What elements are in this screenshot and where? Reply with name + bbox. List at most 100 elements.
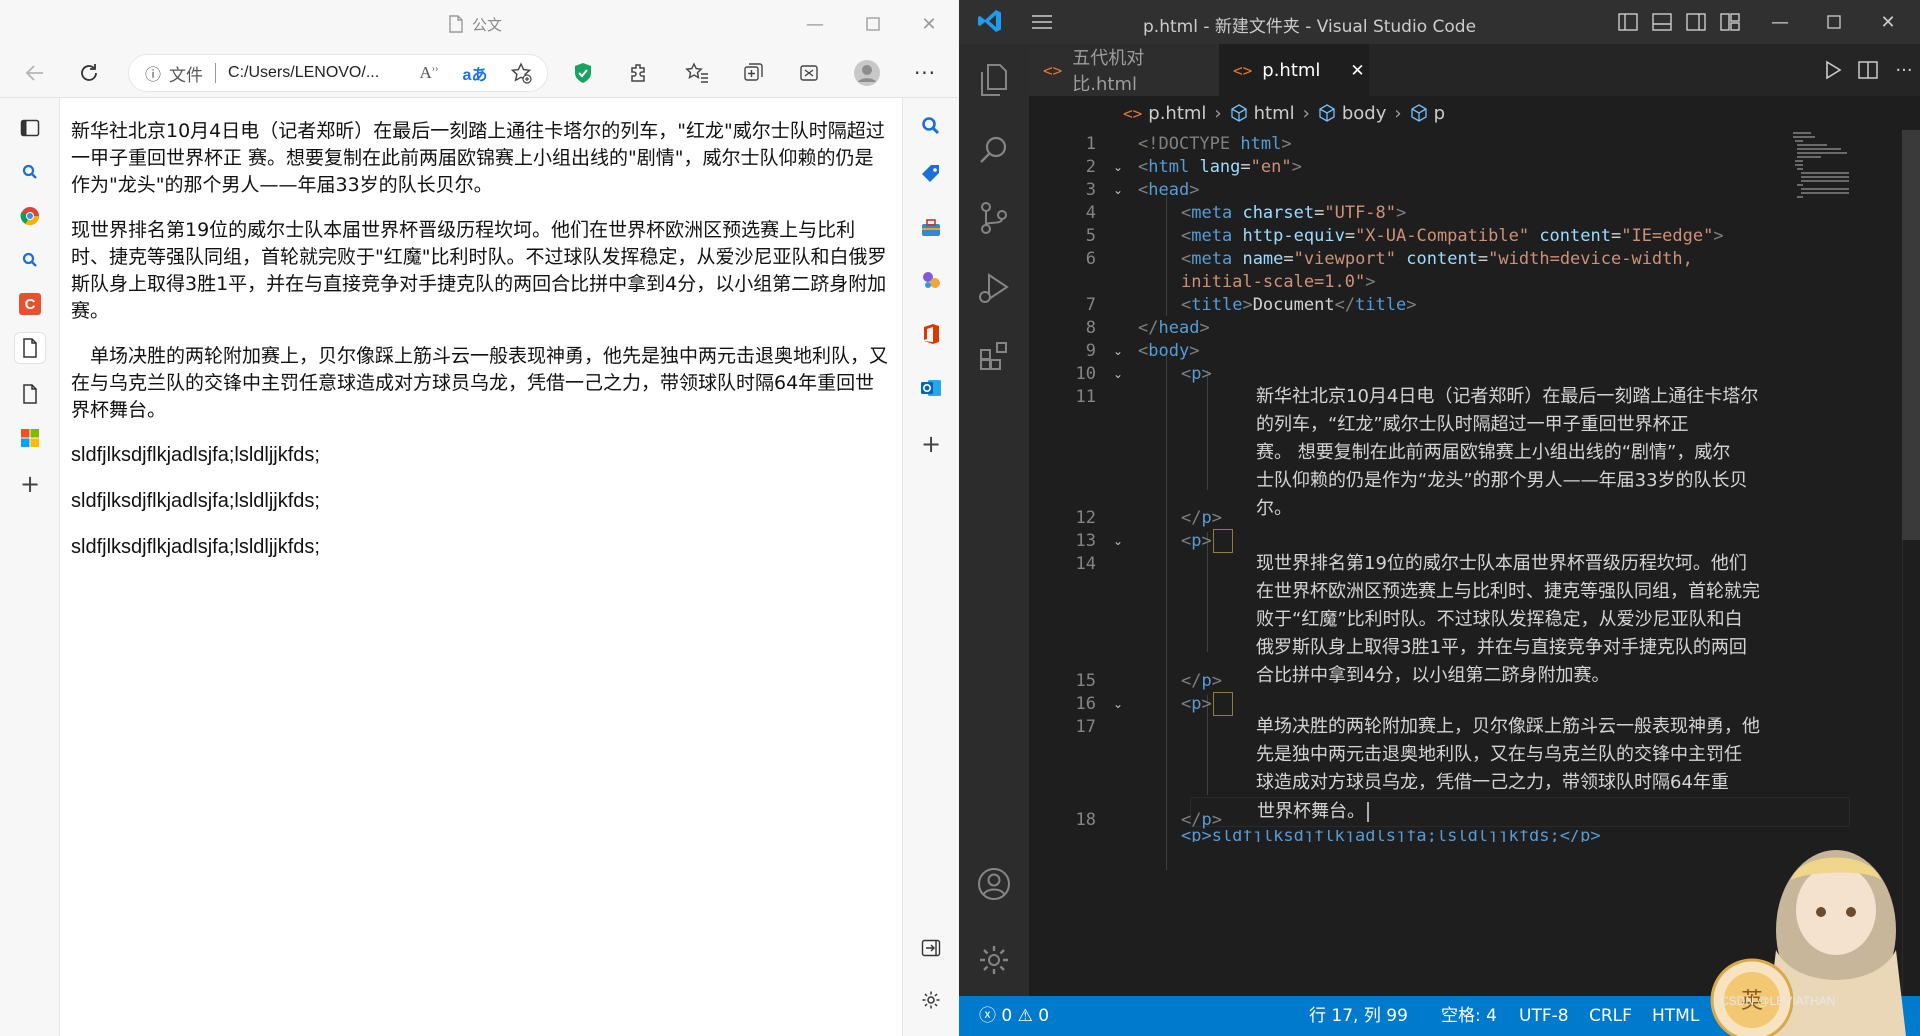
- tab-actions-icon[interactable]: [14, 112, 46, 144]
- document-tab-icon[interactable]: [14, 378, 46, 410]
- code-text: 俄罗斯队身上取得3胜1平，并在与直接竞争对手捷克队的两回: [1256, 637, 1747, 658]
- explorer-icon[interactable]: [972, 58, 1016, 102]
- source-control-icon[interactable]: [972, 196, 1016, 240]
- token: title: [1191, 295, 1243, 315]
- breadcrumb-item[interactable]: html: [1254, 103, 1295, 124]
- token: head: [1148, 180, 1190, 200]
- back-icon[interactable]: [18, 56, 52, 90]
- token: p: [1191, 694, 1202, 714]
- settings-gear-icon[interactable]: [915, 984, 947, 1016]
- info-icon[interactable]: ⓘ: [145, 61, 161, 85]
- shield-icon[interactable]: [566, 56, 600, 90]
- microsoft-store-icon[interactable]: [14, 422, 46, 454]
- browser-tab-title[interactable]: 公文: [448, 14, 502, 34]
- token: "en": [1250, 157, 1292, 177]
- menu-hamburger-icon[interactable]: [1029, 10, 1055, 34]
- code-text: 球造成对方球员乌龙，凭借一己之力，带领球队时隔64年重: [1256, 772, 1729, 793]
- maximize-icon[interactable]: [858, 10, 888, 38]
- csdn-c-icon[interactable]: C: [14, 288, 46, 320]
- read-aloud-icon[interactable]: A››: [412, 56, 446, 90]
- document-tab-icon[interactable]: [14, 332, 46, 364]
- indentation-status[interactable]: 空格: 4: [1441, 996, 1497, 1036]
- token: html: [1240, 134, 1282, 154]
- minimap[interactable]: [1793, 130, 1853, 230]
- search-icon[interactable]: [972, 128, 1016, 172]
- refresh-icon[interactable]: [72, 56, 106, 90]
- code-text: 赛。 想要复制在此前两届欧锦赛上小组出线的“剧情”，威尔: [1256, 442, 1731, 463]
- token: title: [1355, 295, 1407, 315]
- token: content: [1406, 249, 1478, 269]
- token: p: [1201, 671, 1212, 691]
- add-favorite-icon[interactable]: [504, 56, 538, 90]
- chrome-icon[interactable]: [14, 200, 46, 232]
- games-icon[interactable]: [915, 264, 947, 296]
- add-tab-icon[interactable]: +: [14, 468, 46, 500]
- breadcrumb-item[interactable]: p: [1434, 103, 1445, 124]
- split-editor-icon[interactable]: [1855, 58, 1881, 82]
- token: body: [1148, 341, 1190, 361]
- editor-scrollbar[interactable]: [1902, 130, 1920, 996]
- breadcrumb-item[interactable]: body: [1342, 103, 1387, 124]
- minimize-icon[interactable]: —: [1767, 10, 1793, 34]
- code-text: 在世界杯欧洲区预选赛上与比利时、捷克等强队同组，首轮就完: [1256, 581, 1760, 602]
- language-mode-status[interactable]: HTML: [1652, 996, 1699, 1036]
- shopping-tag-icon[interactable]: [915, 158, 947, 190]
- encoding-status[interactable]: UTF-8: [1519, 996, 1569, 1036]
- hide-sidebar-icon[interactable]: [915, 932, 947, 964]
- favorites-icon[interactable]: [680, 56, 714, 90]
- problems-status[interactable]: ⓧ 0 ⚠ 0: [979, 996, 1049, 1036]
- text-line: sldfjlksdjflkjadlsjfa;lsldljjkfds;: [71, 490, 320, 512]
- token: "IE=edge": [1621, 226, 1714, 246]
- tools-icon[interactable]: [915, 212, 947, 244]
- scrollbar-thumb[interactable]: [1902, 130, 1920, 540]
- eol-status[interactable]: CRLF: [1589, 996, 1632, 1036]
- tab-p-html[interactable]: <> p.html ✕: [1219, 44, 1369, 96]
- more-menu-icon[interactable]: ···: [908, 56, 942, 90]
- extensions-icon[interactable]: [622, 56, 656, 90]
- minimize-icon[interactable]: —: [800, 10, 830, 38]
- outlook-icon[interactable]: [915, 372, 947, 404]
- search-icon[interactable]: [14, 244, 46, 276]
- error-count: 0: [1001, 1006, 1013, 1026]
- search-icon[interactable]: [14, 156, 46, 188]
- manage-gear-icon[interactable]: [972, 938, 1016, 982]
- customize-layout-icon[interactable]: [1717, 10, 1743, 34]
- tab-wudaiji[interactable]: <> 五代机对比.html: [1029, 44, 1219, 96]
- breadcrumb-item[interactable]: p.html: [1148, 103, 1206, 124]
- element-cube-icon: [1230, 104, 1247, 122]
- maximize-icon[interactable]: [1821, 10, 1847, 34]
- translate-icon[interactable]: aあ: [458, 56, 492, 90]
- search-icon[interactable]: [915, 110, 947, 142]
- vscode-window-title: p.html - 新建文件夹 - Visual Studio Code: [1143, 17, 1477, 37]
- token: p: [1191, 531, 1202, 551]
- accounts-icon[interactable]: [972, 862, 1016, 906]
- token: http-equiv: [1242, 226, 1345, 246]
- code-editor[interactable]: 1 <!DOCTYPE html> 2 ⌄ <html lang="en"> 3…: [1029, 130, 1920, 996]
- toggle-panel-icon[interactable]: [1649, 10, 1675, 34]
- toggle-secondary-sidebar-icon[interactable]: [1683, 10, 1709, 34]
- browser-left-sidebar: C +: [0, 98, 60, 1036]
- profile-avatar-icon[interactable]: [850, 56, 884, 90]
- close-icon[interactable]: ✕: [914, 10, 944, 38]
- html-file-icon: <>: [1233, 61, 1253, 80]
- browser-toolbar: ⓘ 文件 C:/Users/LENOVO/... A›› aあ ···: [0, 48, 958, 98]
- error-icon: ⓧ: [979, 1006, 996, 1026]
- text-line: sldfjlksdjflkjadlsjfa;lsldljjkfds;: [71, 536, 320, 558]
- html-file-icon: <>: [1043, 60, 1063, 80]
- close-tab-icon[interactable]: ✕: [1350, 61, 1364, 81]
- tab-label: 五代机对比.html: [1072, 48, 1145, 95]
- run-debug-icon[interactable]: [972, 266, 1016, 310]
- more-actions-icon[interactable]: ···: [1891, 58, 1917, 82]
- office-icon[interactable]: [915, 318, 947, 350]
- address-url[interactable]: C:/Users/LENOVO/...: [228, 64, 379, 82]
- address-separator: [215, 63, 217, 83]
- close-icon[interactable]: ✕: [1875, 10, 1901, 34]
- run-file-icon[interactable]: [1820, 58, 1846, 82]
- cursor-position[interactable]: 行 17, 列 99: [1309, 996, 1408, 1036]
- toggle-primary-sidebar-icon[interactable]: [1615, 10, 1641, 34]
- activity-bar: [959, 44, 1029, 996]
- add-sidebar-app-icon[interactable]: +: [915, 428, 947, 460]
- extensions-icon[interactable]: [972, 334, 1016, 378]
- collections-icon[interactable]: [736, 56, 770, 90]
- web-capture-icon[interactable]: [792, 56, 826, 90]
